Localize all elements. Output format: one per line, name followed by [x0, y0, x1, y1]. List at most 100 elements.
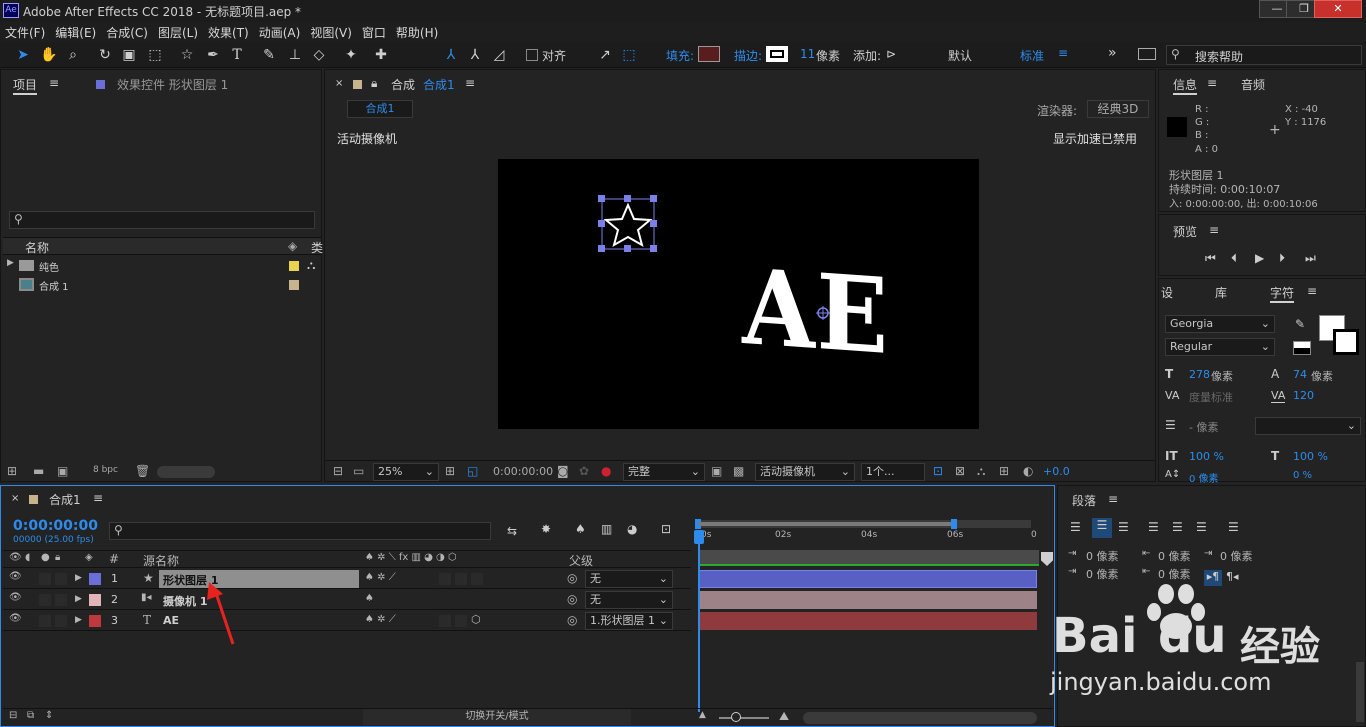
- font-size-value[interactable]: 278: [1189, 368, 1210, 381]
- expand-arrow-icon[interactable]: ▶: [75, 615, 82, 625]
- stroke-width-value[interactable]: 11: [800, 47, 815, 61]
- zoom-tool-icon[interactable]: ⌕: [64, 46, 82, 64]
- layer-duration-bar[interactable]: [699, 612, 1037, 630]
- layer-duration-bar[interactable]: [699, 591, 1037, 609]
- renderer-button[interactable]: 经典3D: [1087, 100, 1149, 118]
- blend-switch[interactable]: [455, 615, 467, 627]
- visibility-eye-icon[interactable]: 👁︎: [9, 571, 22, 582]
- eraser-tool-icon[interactable]: ◇: [310, 46, 328, 64]
- frame-blending-icon[interactable]: ▥: [601, 522, 612, 536]
- expand-arrow-icon[interactable]: ▶: [75, 594, 82, 604]
- kerning-value[interactable]: 度量标准: [1189, 389, 1233, 405]
- tsume-value[interactable]: 0 %: [1293, 470, 1312, 481]
- char-stroke-width-value[interactable]: - 像素: [1189, 419, 1218, 435]
- add-button-icon[interactable]: ⊳: [886, 47, 896, 61]
- pickwhip-icon[interactable]: ◎: [567, 613, 577, 627]
- expand-arrow-icon[interactable]: ▶: [7, 258, 14, 268]
- tab-audio[interactable]: 音频: [1241, 76, 1265, 93]
- toggle-pixel-aspect-icon[interactable]: ⊡: [933, 464, 943, 478]
- pickwhip-icon[interactable]: ◎: [567, 571, 577, 585]
- tab-project[interactable]: 项目: [13, 76, 38, 95]
- tab-info[interactable]: 信息: [1173, 76, 1198, 95]
- audio-toggle[interactable]: [39, 594, 51, 606]
- menu-window[interactable]: 窗口: [357, 22, 391, 43]
- timeline-tab-name[interactable]: 合成1: [49, 491, 81, 508]
- work-area-end-marker[interactable]: [1041, 552, 1053, 566]
- col-type-header[interactable]: 类: [311, 239, 323, 256]
- layer-switches[interactable]: ♠: [365, 593, 374, 604]
- 3d-layer-icon[interactable]: ⬡: [471, 613, 481, 626]
- expand-arrow-icon[interactable]: ▶: [75, 573, 82, 583]
- fill-swatch[interactable]: [698, 46, 720, 62]
- audio-toggle[interactable]: [39, 573, 51, 585]
- graph-editor-icon[interactable]: ⊡: [661, 522, 671, 536]
- preview-menu-icon[interactable]: ≡: [1209, 223, 1219, 237]
- first-frame-icon[interactable]: ⏮: [1205, 251, 1216, 266]
- source-name-header[interactable]: 源名称: [143, 552, 179, 569]
- current-time[interactable]: 0:00:00:00: [493, 465, 553, 478]
- new-folder-icon[interactable]: ▬: [33, 464, 44, 478]
- align-left-icon[interactable]: ☰: [1070, 520, 1081, 534]
- character-menu-icon[interactable]: ≡: [1307, 284, 1317, 298]
- indent-left-value[interactable]: 0 像素: [1086, 548, 1119, 564]
- close-button[interactable]: ✕: [1314, 0, 1362, 18]
- channel-icon[interactable]: ●: [601, 464, 611, 478]
- menu-layer[interactable]: 图层(L): [153, 22, 203, 43]
- comp-menu-icon[interactable]: ≡: [465, 76, 475, 90]
- region-of-interest-icon[interactable]: ⊟: [333, 464, 343, 478]
- layer-duration-bar[interactable]: [699, 570, 1037, 588]
- layer-switches[interactable]: ♠ ✲ ⟋: [365, 572, 396, 583]
- project-item-row[interactable]: 合成 1: [3, 276, 321, 294]
- menu-file[interactable]: 文件(F): [0, 22, 50, 43]
- comp-canvas[interactable]: AE: [498, 159, 979, 429]
- views-layout-select[interactable]: 1个...: [861, 463, 925, 481]
- justify-last-right-icon[interactable]: ☰: [1196, 520, 1207, 534]
- menu-help[interactable]: 帮助(H): [391, 22, 443, 43]
- last-frame-icon[interactable]: ⏭: [1305, 251, 1316, 266]
- roto-brush-tool-icon[interactable]: ✦: [342, 46, 360, 64]
- resolution-select[interactable]: 完整 ⌄: [623, 463, 705, 481]
- menu-edit[interactable]: 编辑(E): [50, 22, 101, 43]
- stroke-swatch[interactable]: [766, 46, 788, 62]
- time-ruler[interactable]: 0s 02s 04s 06s 0: [697, 530, 1037, 550]
- comp-tab-name[interactable]: 合成1: [423, 76, 455, 93]
- indent-right-value[interactable]: 0 像素: [1158, 548, 1191, 564]
- work-area-bar[interactable]: [699, 550, 1039, 564]
- hand-tool-icon[interactable]: ✋: [40, 46, 58, 64]
- snap-option-icon[interactable]: ↗: [596, 46, 614, 64]
- audio-switch-icon[interactable]: ◖: [25, 552, 30, 563]
- label-color-chip[interactable]: [289, 261, 299, 271]
- solo-toggle[interactable]: [55, 573, 67, 585]
- timeline-timecode[interactable]: 0:00:00:00: [13, 518, 98, 534]
- toggle-switches-modes-button[interactable]: 切换开关/模式: [363, 709, 631, 725]
- blend-switch[interactable]: [455, 573, 467, 585]
- layer-row[interactable]: 👁︎ ▶ 2 ▮◂ 摄像机 1 ♠ ◎ 无 ⌄: [3, 590, 691, 610]
- timeline-menu-icon[interactable]: ≡: [93, 491, 103, 505]
- current-time-indicator[interactable]: [698, 530, 700, 712]
- sync-settings-icon[interactable]: [1138, 48, 1156, 60]
- menu-animation[interactable]: 动画(A): [254, 22, 306, 43]
- interpret-footage-icon[interactable]: ⊞: [7, 464, 17, 478]
- transparency-grid-icon[interactable]: ▩: [733, 464, 744, 478]
- close-tab-icon[interactable]: ×: [335, 78, 343, 89]
- selection-tool-icon[interactable]: ➤: [14, 46, 32, 64]
- modes-pane-icon[interactable]: ⧉: [27, 710, 34, 721]
- visibility-eye-icon[interactable]: 👁︎: [9, 592, 22, 603]
- leading-value[interactable]: 74: [1293, 368, 1307, 381]
- brush-tool-icon[interactable]: ✎: [260, 46, 278, 64]
- time-navigator[interactable]: [695, 519, 1031, 529]
- zoom-slider-knob[interactable]: [731, 712, 741, 722]
- motion-blur-icon[interactable]: ◕: [627, 522, 637, 536]
- align-center-icon[interactable]: ☰: [1092, 518, 1112, 538]
- layer-name[interactable]: AE: [163, 614, 179, 627]
- rotate-tool-icon[interactable]: ↻: [96, 46, 114, 64]
- project-item-row[interactable]: ▶ 纯色 ⛬: [3, 257, 321, 275]
- flowchart-icon[interactable]: ⛬: [977, 464, 985, 479]
- vertical-scale-value[interactable]: 100 %: [1189, 450, 1224, 463]
- layer-label-color[interactable]: [89, 615, 101, 627]
- show-snapshot-icon[interactable]: ✿: [579, 464, 589, 478]
- font-style-select[interactable]: Regular ⌄: [1165, 338, 1275, 356]
- fast-preview-icon[interactable]: ▣: [711, 464, 722, 478]
- world-axis-icon[interactable]: ⅄: [466, 46, 484, 64]
- tab-character[interactable]: 字符: [1270, 284, 1295, 303]
